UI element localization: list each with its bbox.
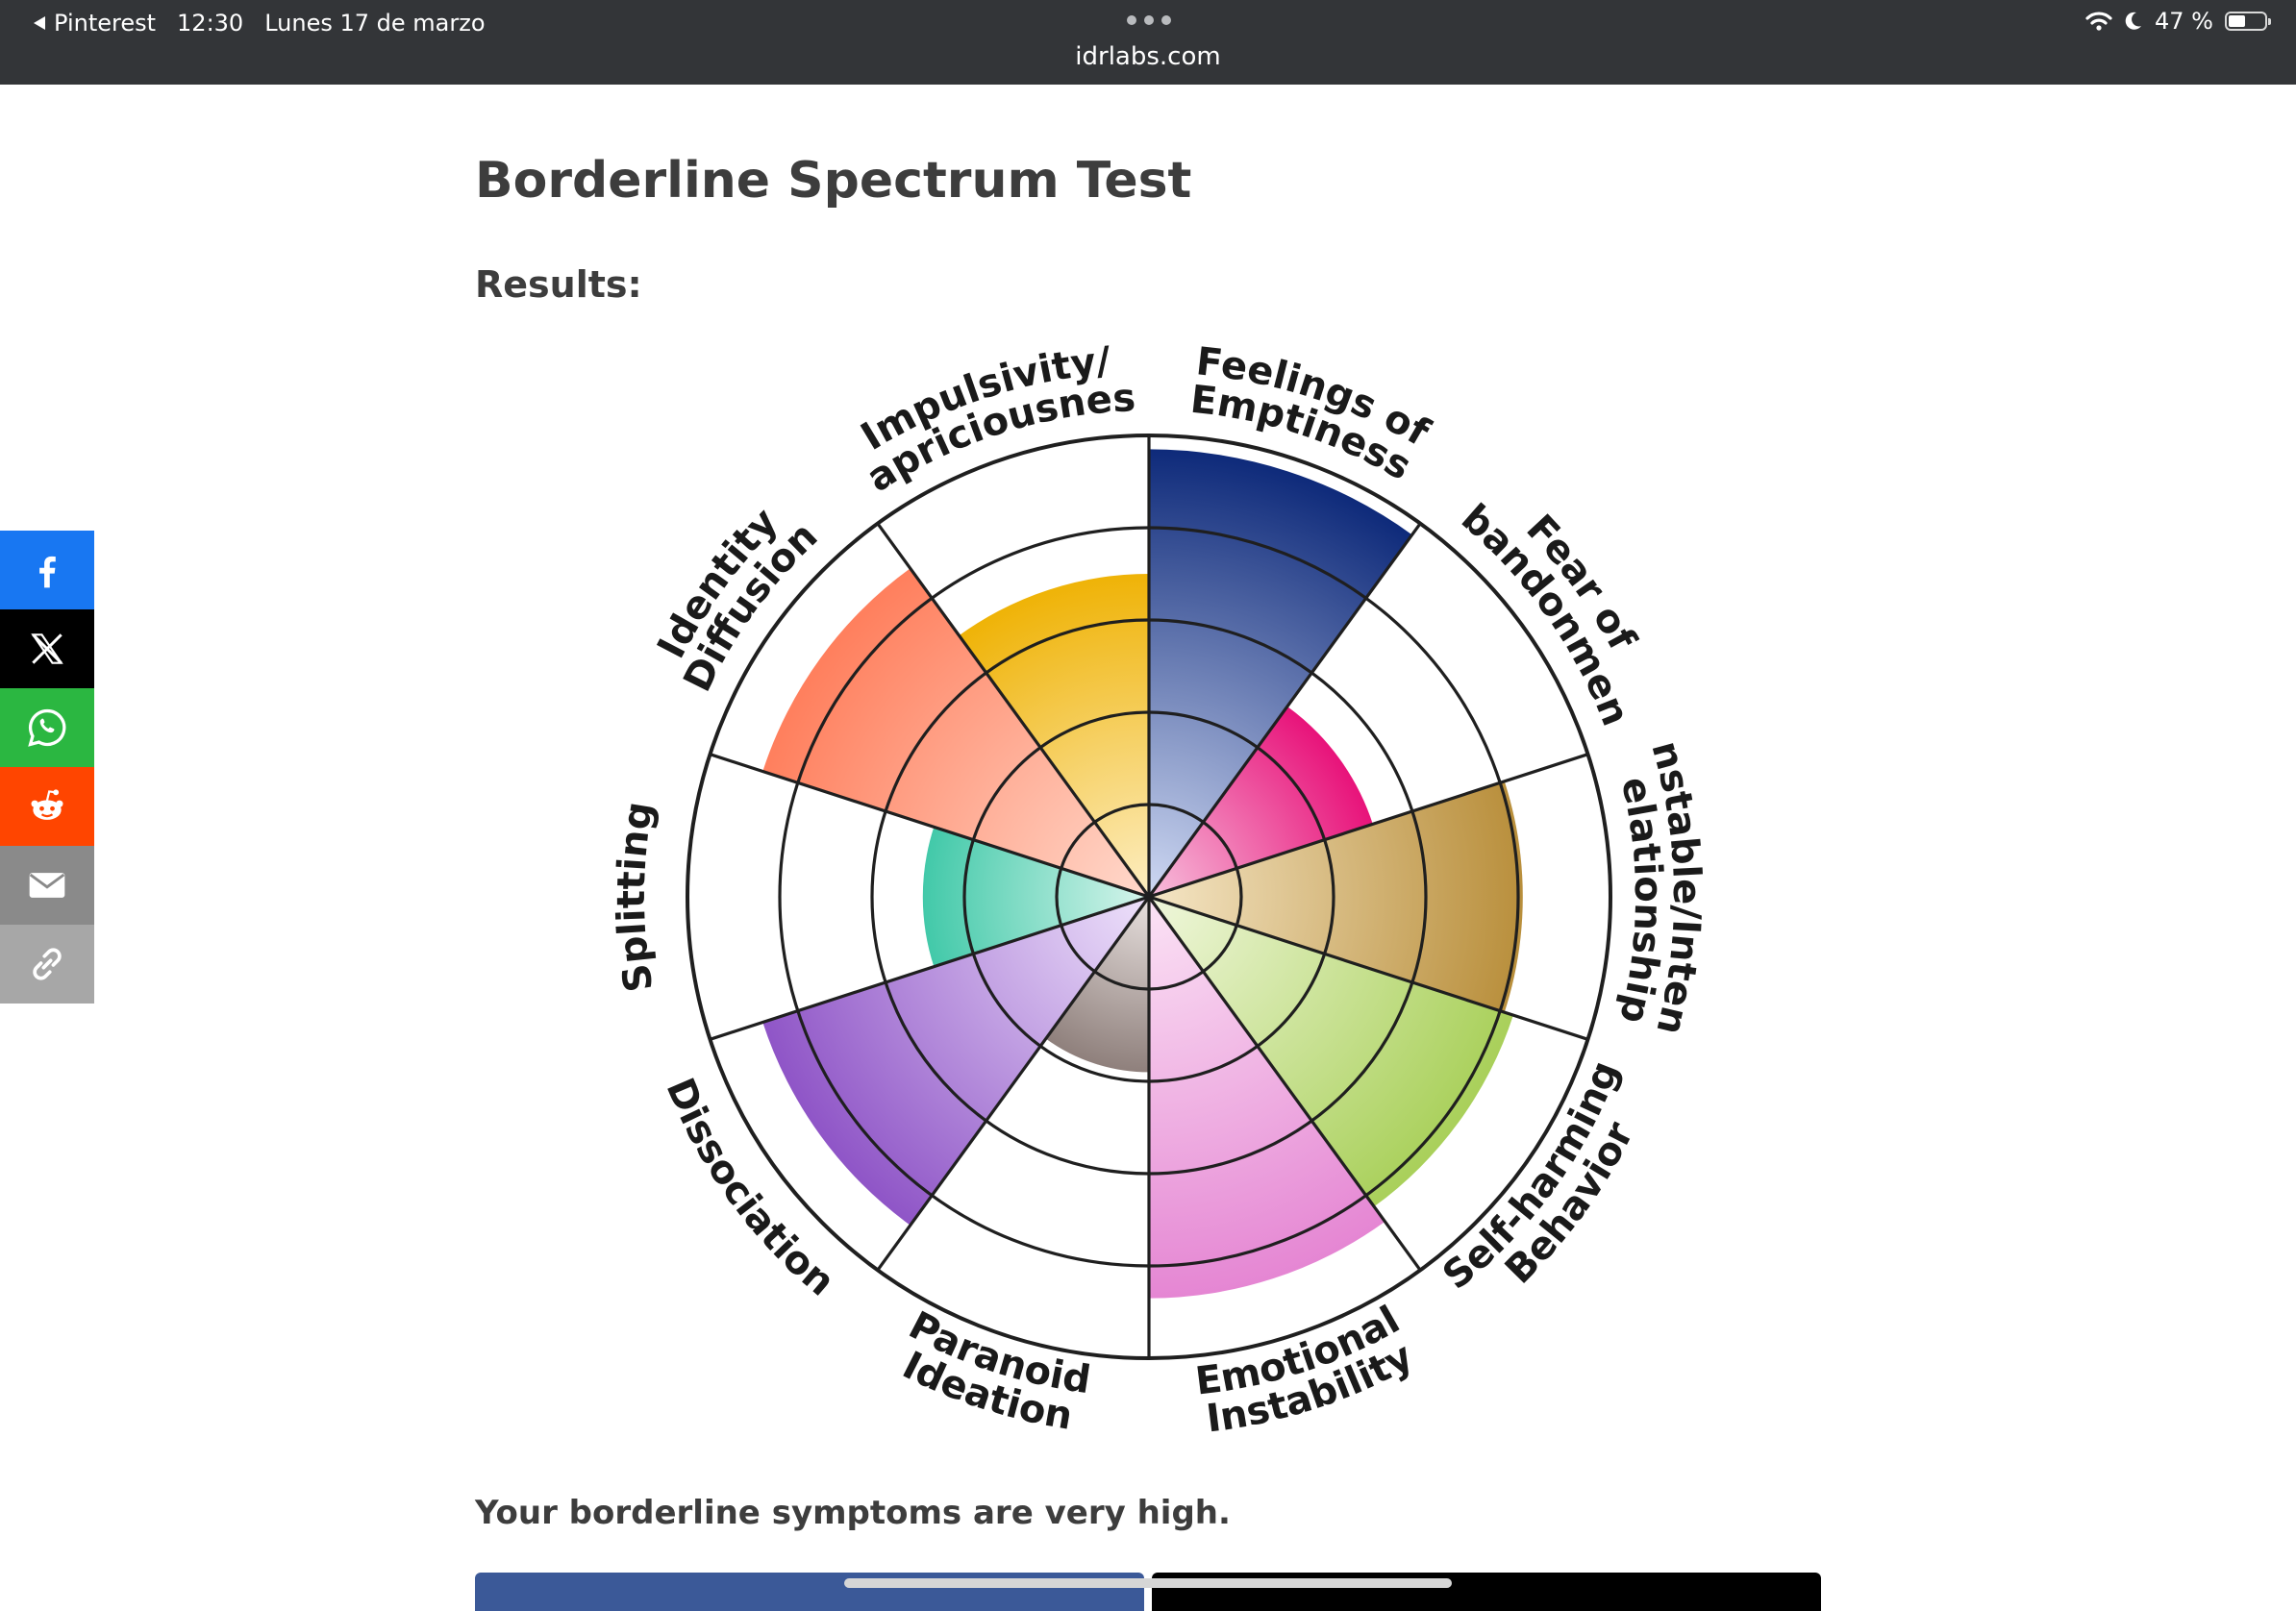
status-date: Lunes 17 de marzo [264, 10, 486, 37]
wifi-icon [2085, 12, 2112, 31]
share-reddit-button[interactable] [0, 767, 94, 846]
page-title: Borderline Spectrum Test [475, 152, 1192, 210]
back-triangle-icon [34, 16, 45, 30]
result-summary: Your borderline symptoms are very high. [475, 1494, 1231, 1532]
share-sidebar [0, 531, 94, 1004]
status-right: 47 % [2085, 8, 2271, 35]
status-left: Pinterest 12:30 Lunes 17 de marzo [33, 10, 486, 37]
borderline-results-chart: Feelings ofEmptinessFear ofAbandonmentUn… [591, 336, 1707, 1442]
x-icon [31, 633, 63, 664]
status-time: 12:30 [177, 10, 244, 37]
url-label[interactable]: idrlabs.com [0, 42, 2296, 71]
facebook-icon [39, 556, 56, 588]
chart-wedges [762, 449, 1523, 1299]
battery-icon [2225, 12, 2271, 31]
home-indicator[interactable] [844, 1578, 1452, 1588]
mail-icon [29, 873, 65, 898]
moon-icon [2125, 12, 2142, 30]
share-email-button[interactable] [0, 846, 94, 925]
reddit-icon [31, 789, 63, 820]
share-whatsapp-button[interactable] [0, 688, 94, 767]
share-facebook-button[interactable] [0, 531, 94, 609]
copy-link-button[interactable] [0, 925, 94, 1004]
link-icon [33, 948, 62, 980]
results-heading: Results: [475, 263, 642, 306]
share-x-button[interactable] [0, 609, 94, 688]
whatsapp-icon [28, 708, 66, 747]
multitasking-dots-icon[interactable] [1127, 13, 1171, 27]
axis-label: Splitting [610, 799, 662, 995]
ios-status-bar: Pinterest 12:30 Lunes 17 de marzo idrlab… [0, 0, 2296, 85]
back-to-app-button[interactable]: Pinterest [33, 10, 156, 37]
back-app-label: Pinterest [54, 10, 157, 37]
battery-percent: 47 % [2155, 8, 2213, 35]
